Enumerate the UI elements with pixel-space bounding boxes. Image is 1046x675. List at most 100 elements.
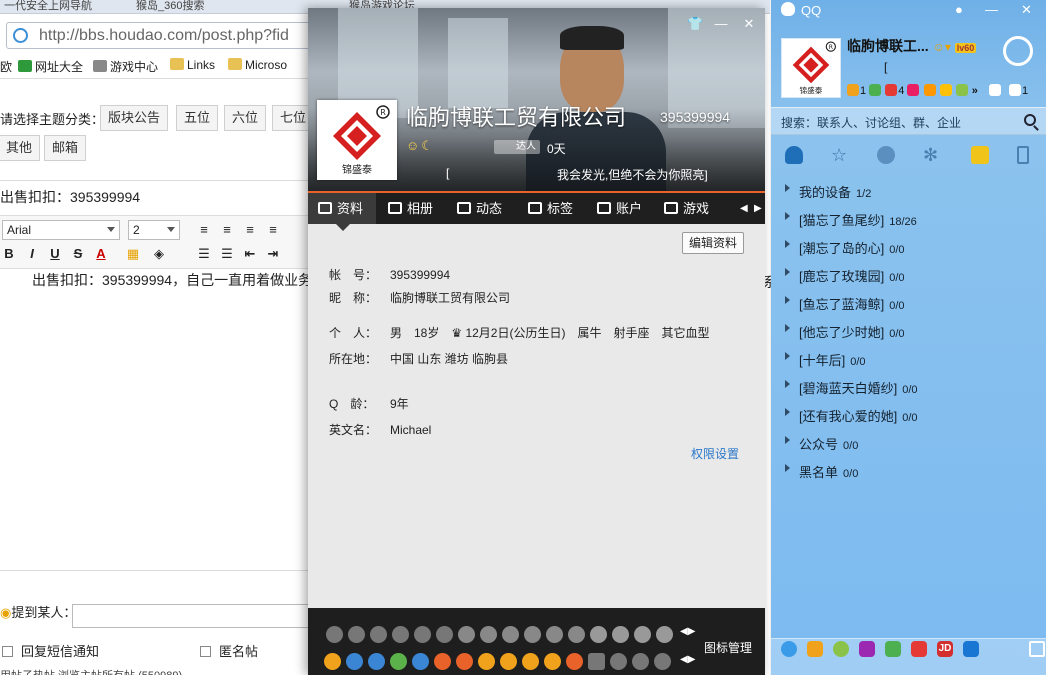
close-icon[interactable]: ✕ (1021, 2, 1032, 18)
badge-icon[interactable] (390, 653, 407, 670)
contact-group[interactable]: [还有我心爱的她] 0/0 (771, 400, 1046, 428)
tab-tags[interactable]: 标签 (528, 193, 573, 224)
indent-icon[interactable]: ⇥ (264, 245, 282, 263)
text-color-icon[interactable]: A (92, 245, 110, 263)
badge-icon[interactable] (326, 626, 343, 643)
bookmark-item[interactable]: 网址大全 (18, 58, 83, 75)
badge-icon[interactable] (500, 653, 517, 670)
category-chip[interactable]: 其他 (0, 135, 41, 161)
eraser-icon[interactable]: ◈ (150, 245, 168, 263)
settings-icon[interactable]: ● (955, 2, 963, 17)
wallet-icon[interactable] (955, 84, 968, 96)
penguin-game-icon[interactable] (807, 641, 823, 657)
jd-icon[interactable]: JD (937, 641, 953, 657)
message-box-icon[interactable] (1008, 84, 1021, 96)
sms-notify-checkbox[interactable]: 回复短信通知 (2, 641, 99, 660)
tab-prev-icon[interactable]: ◀ (740, 203, 748, 214)
contact-group[interactable]: [他忘了少时她] 0/0 (771, 316, 1046, 344)
align-center-icon[interactable]: ≡ (218, 221, 236, 239)
browser-tab[interactable]: 一代安全上网导航 (0, 0, 120, 14)
tab-profile[interactable]: 资料 (308, 193, 376, 231)
tab-album[interactable]: 相册 (388, 193, 433, 224)
diamond-icon[interactable] (568, 626, 585, 643)
search-input[interactable]: 搜索：联系人、讨论组、群、企业 (781, 114, 961, 131)
avatar[interactable]: R 锦盛泰 (317, 100, 397, 180)
qq-pet-icon[interactable] (833, 641, 849, 657)
star-app-icon[interactable] (859, 641, 875, 657)
app-grid-icon[interactable] (1029, 641, 1045, 657)
strikethrough-icon[interactable]: S (69, 245, 87, 263)
outdent-icon[interactable]: ⇤ (241, 245, 259, 263)
align-left-icon[interactable]: ≡ (195, 221, 213, 239)
category-chip[interactable]: 邮箱 (44, 135, 87, 161)
contact-group[interactable]: [潮忘了岛的心] 0/0 (771, 232, 1046, 260)
badge-icon[interactable] (566, 653, 583, 670)
badge-icon[interactable] (544, 653, 561, 670)
vip-badge[interactable]: lv60 (954, 43, 977, 53)
editor-content[interactable]: 出售扣扣：395399994，自己一直用着做业务 (32, 270, 312, 290)
star-icon[interactable] (324, 653, 341, 670)
search-icon[interactable] (1024, 114, 1036, 126)
font-size-select[interactable]: 2 (128, 220, 180, 240)
contact-group[interactable]: 我的设备 1/2 (771, 176, 1046, 204)
badge-icon[interactable] (346, 653, 363, 670)
badge-icon[interactable] (612, 626, 629, 643)
icon-manager-link[interactable]: 图标管理 (704, 639, 752, 656)
app-icon[interactable] (588, 653, 605, 670)
contact-group[interactable]: 黑名单 0/0 (771, 456, 1046, 484)
badge-icon[interactable] (368, 653, 385, 670)
badge-icon[interactable] (412, 653, 429, 670)
badge-icon[interactable] (656, 626, 673, 643)
bold-icon[interactable]: B (0, 245, 18, 263)
diamond-icon[interactable] (458, 626, 475, 643)
badge-icon[interactable] (434, 653, 451, 670)
apps-icon[interactable]: ✻ (923, 146, 941, 164)
badge-icon[interactable] (456, 653, 473, 670)
diamond-icon[interactable] (480, 626, 497, 643)
app-icon[interactable] (907, 84, 920, 96)
phone-icon[interactable] (1017, 146, 1029, 164)
badge-icon[interactable] (436, 626, 453, 643)
italic-icon[interactable]: I (23, 245, 41, 263)
contact-group[interactable]: [鹿忘了玫瑰园] 0/0 (771, 260, 1046, 288)
icons-next-icon[interactable]: ◀▶ (680, 654, 695, 665)
skin-icon[interactable]: 👕 (687, 17, 703, 31)
bookmark-item[interactable]: 游戏中心 (93, 58, 158, 75)
mail-icon[interactable] (885, 84, 898, 96)
tab-feed[interactable]: 动态 (457, 193, 502, 224)
icons-prev-icon[interactable]: ◀▶ (680, 626, 695, 637)
pet-icon[interactable] (923, 84, 936, 96)
underline-icon[interactable]: U (46, 245, 64, 263)
minimize-icon[interactable]: — (714, 17, 728, 31)
tab-next-icon[interactable]: ▶ (754, 203, 762, 214)
mention-input[interactable] (72, 604, 312, 628)
address-url[interactable]: http://bbs.houdao.com/post.php?fid (39, 27, 289, 45)
contact-group[interactable]: [十年后] 0/0 (771, 344, 1046, 372)
browser-tab[interactable]: 猴岛_360搜索 (132, 0, 282, 14)
skin-icon[interactable] (988, 84, 1001, 96)
groups-icon[interactable] (877, 146, 895, 164)
edit-profile-button[interactable]: 编辑资料 (682, 232, 744, 254)
bookmark-prefix[interactable]: 欧 (0, 58, 12, 75)
diamond-icon[interactable] (502, 626, 519, 643)
badge-icon[interactable] (348, 626, 365, 643)
badge-icon[interactable] (654, 653, 671, 670)
badge-icon[interactable] (522, 653, 539, 670)
highlight-icon[interactable]: ▦ (124, 245, 142, 263)
contact-group[interactable]: 公众号 0/0 (771, 428, 1046, 456)
address-bar[interactable]: http://bbs.houdao.com/post.php?fid (6, 22, 312, 49)
diamond-icon[interactable] (546, 626, 563, 643)
star-icon[interactable] (590, 626, 607, 643)
diamond-icon[interactable] (524, 626, 541, 643)
cart-icon[interactable] (939, 84, 952, 96)
badge-icon[interactable] (392, 626, 409, 643)
category-chip[interactable]: 五位 (176, 105, 219, 131)
qq-signature[interactable]: [ (884, 60, 887, 74)
tab-games[interactable]: 游戏 (664, 193, 709, 224)
status-online-icon[interactable]: ☺▾ (933, 40, 951, 54)
align-right-icon[interactable]: ≡ (241, 221, 259, 239)
bookmark-item[interactable]: Links (170, 58, 215, 72)
post-subject[interactable]: 出售扣扣：395399994 (0, 187, 140, 207)
badge-icon[interactable] (610, 653, 627, 670)
minimize-icon[interactable]: — (985, 2, 998, 17)
